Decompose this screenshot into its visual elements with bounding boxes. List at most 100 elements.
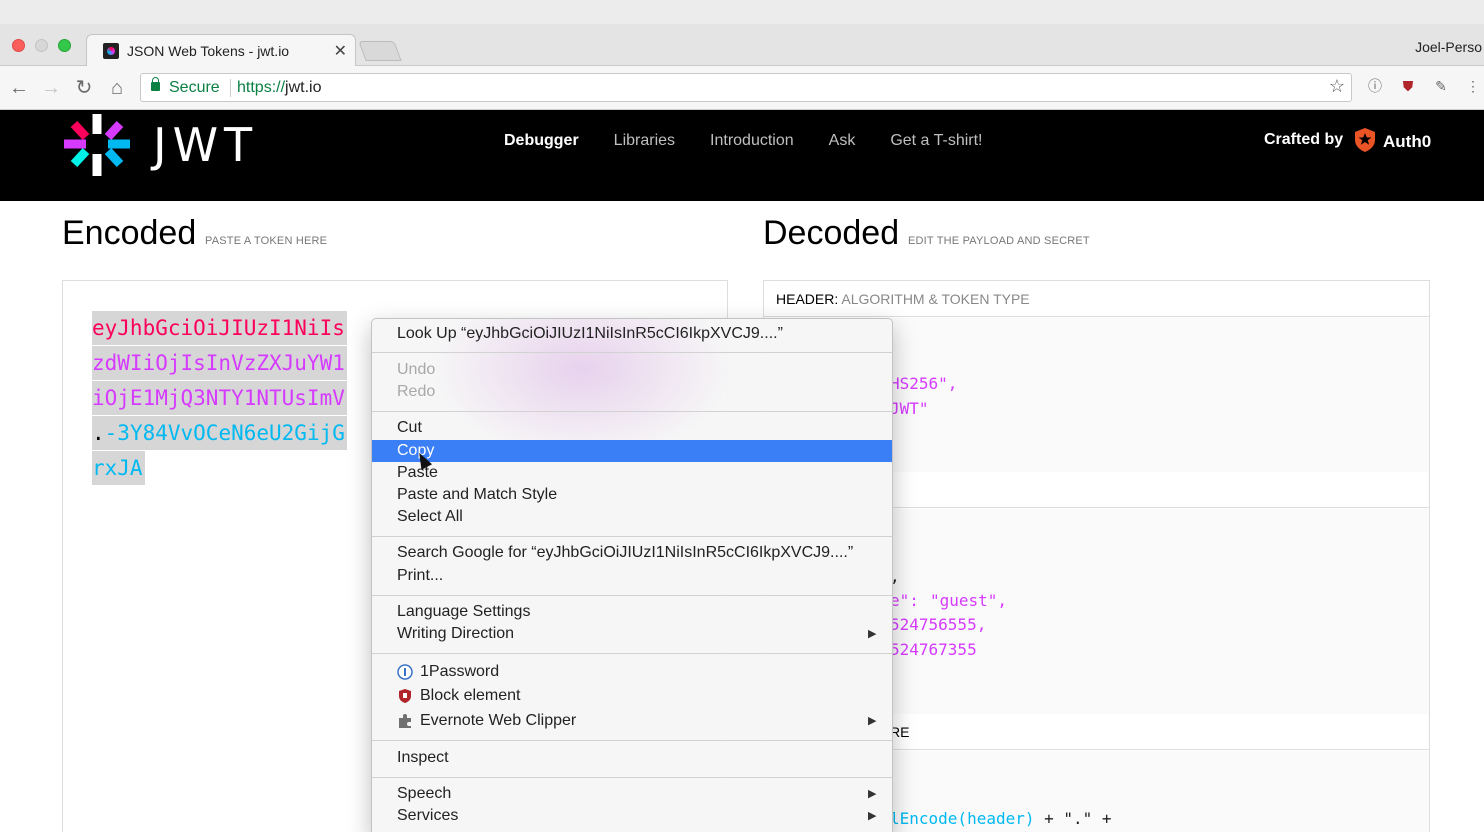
menu-separator	[372, 411, 892, 412]
menu-item-undo: Undo	[372, 359, 892, 381]
decoded-hint: EDIT THE PAYLOAD AND SECRET	[908, 235, 1090, 247]
menu-item-paste[interactable]: Paste	[372, 462, 892, 484]
encoded-hint: PASTE A TOKEN HERE	[205, 235, 328, 247]
url-scheme: https://	[237, 79, 286, 96]
nav-tshirt[interactable]: Get a T-shirt!	[890, 132, 982, 150]
auth0-brand[interactable]: Auth0	[1383, 132, 1431, 152]
nav-debugger[interactable]: Debugger	[504, 132, 579, 150]
menu-item-label: Paste and Match Style	[397, 486, 558, 503]
payload-role-value: "guest",	[930, 591, 1008, 610]
jwt-logo-icon[interactable]	[62, 110, 132, 178]
menu-separator	[372, 777, 892, 778]
menu-item-label: Inspect	[397, 749, 449, 766]
jwt-favicon-icon	[103, 43, 119, 59]
menu-item-block-element[interactable]: Block element	[372, 685, 892, 707]
nav-ask[interactable]: Ask	[829, 132, 856, 150]
browser-toolbar: ← → ↻ ⌂ Secure https://jwt.io ☆ ⓘ ⛊ ✎ ⋮	[0, 66, 1484, 110]
menu-item-language-settings[interactable]: Language Settings	[372, 601, 892, 623]
menu-item-label: Look Up “eyJhbGciOiJIUzI1NiIsInR5cCI6Ikp…	[397, 325, 783, 342]
menu-item-speech[interactable]: Speech ▶	[372, 783, 892, 805]
menu-item-inspect[interactable]: Inspect	[372, 747, 892, 769]
tab-title: JSON Web Tokens - jwt.io	[127, 43, 290, 59]
ublock-icon[interactable]: ⛊	[1399, 77, 1417, 95]
token-payload-part: zdWIiOjIsInVzZXJuYW1	[92, 351, 345, 375]
menu-item-copy[interactable]: Copy	[372, 440, 892, 462]
forward-icon[interactable]: →	[39, 76, 63, 100]
lock-icon	[151, 77, 160, 91]
browser-tab-active[interactable]: JSON Web Tokens - jwt.io ✕	[86, 34, 356, 67]
tab-close-icon[interactable]: ✕	[334, 41, 347, 61]
token-line[interactable]: .-3Y84VvOCeN6eU2GijG	[92, 416, 347, 450]
puzzle-piece-icon	[399, 714, 411, 728]
menu-item-1password[interactable]: 1Password	[372, 661, 892, 683]
auth0-logo-icon[interactable]	[1353, 127, 1377, 153]
menu-item-label: 1Password	[420, 663, 500, 680]
menu-item-services[interactable]: Services ▶	[372, 805, 892, 827]
token-line[interactable]: zdWIiOjIsInVzZXJuYW1	[92, 346, 347, 380]
token-line[interactable]: iOjE1MjQ3NTY1NTUsImV	[92, 381, 347, 415]
signature-code-rest: + "." +	[1034, 809, 1112, 828]
star-icon[interactable]: ☆	[1329, 76, 1345, 97]
signature-code-fn: lEncode(header)	[890, 809, 1035, 828]
header-section-title: HEADER: ALGORITHM & TOKEN TYPE	[764, 281, 1429, 317]
menu-item-select-all[interactable]: Select All	[372, 506, 892, 528]
menu-item-label: Select All	[397, 508, 463, 525]
new-tab-button[interactable]	[358, 41, 402, 61]
menu-item-label: Redo	[397, 383, 436, 400]
menu-item-evernote-web-clipper[interactable]: Evernote Web Clipper ▶	[372, 710, 892, 732]
signature-code: lEncode(header) + "." +	[890, 809, 1112, 828]
url-text[interactable]: https://jwt.io	[237, 79, 321, 97]
menu-item-search-google[interactable]: Search Google for “eyJhbGciOiJIUzI1NiIsI…	[372, 542, 892, 564]
evernote-icon[interactable]: ✎	[1432, 77, 1450, 95]
ublock-icon	[399, 689, 411, 703]
nav-libraries[interactable]: Libraries	[614, 132, 675, 150]
header-label-sub: ALGORITHM & TOKEN TYPE	[841, 291, 1030, 307]
menu-item-label: Services	[397, 807, 459, 824]
token-line[interactable]: rxJA	[92, 451, 145, 485]
menu-item-paste-and-match-style[interactable]: Paste and Match Style	[372, 484, 892, 506]
site-nav: Debugger Libraries Introduction Ask Get …	[504, 132, 1018, 150]
submenu-arrow-icon: ▶	[868, 810, 877, 822]
address-divider	[230, 79, 231, 97]
header-typ-value: JWT"	[890, 399, 929, 418]
payload-exp-value: 524767355	[890, 640, 977, 659]
menu-item-cut[interactable]: Cut	[372, 417, 892, 439]
token-separator: .	[92, 421, 105, 445]
close-window-button[interactable]	[12, 39, 25, 52]
minimize-window-button[interactable]	[35, 39, 48, 52]
address-bar[interactable]: Secure https://jwt.io ☆	[140, 73, 1352, 102]
menu-item-label: Paste	[397, 464, 438, 481]
window-top-strip	[0, 0, 1484, 24]
reload-icon[interactable]: ↻	[72, 76, 96, 100]
menu-separator	[372, 740, 892, 741]
menu-item-look-up[interactable]: Look Up “eyJhbGciOiJIUzI1NiIsInR5cCI6Ikp…	[372, 323, 892, 345]
token-line[interactable]: eyJhbGciOiJIUzI1NiIs	[92, 311, 347, 345]
menu-item-label: Block element	[420, 687, 521, 704]
menu-separator	[372, 536, 892, 537]
submenu-arrow-icon: ▶	[868, 715, 877, 727]
menu-icon[interactable]: ⋮	[1464, 77, 1482, 95]
site-header: JWT Debugger Libraries Introduction Ask …	[0, 110, 1484, 201]
menu-item-label: Evernote Web Clipper	[420, 712, 577, 729]
submenu-arrow-icon: ▶	[868, 628, 877, 640]
decoded-title: Decoded	[763, 214, 900, 252]
menu-item-writing-direction[interactable]: Writing Direction ▶	[372, 623, 892, 645]
back-icon[interactable]: ←	[7, 76, 31, 100]
zoom-window-button[interactable]	[58, 39, 71, 52]
token-header-part: eyJhbGciOiJIUzI1NiIs	[92, 316, 345, 340]
header-alg-value: HS256",	[890, 374, 958, 393]
menu-item-print[interactable]: Print...	[372, 565, 892, 587]
crafted-by-label: Crafted by	[1264, 131, 1344, 148]
jwt-logo-text[interactable]: JWT	[153, 118, 258, 172]
profile-name[interactable]: Joel-Perso	[1415, 39, 1482, 55]
onepassword-icon	[397, 664, 413, 680]
home-icon[interactable]: ⌂	[105, 76, 129, 100]
payload-role-key: e":	[890, 591, 919, 610]
token-signature-part: -3Y84VvOCeN6eU2GijG	[104, 421, 345, 445]
onepassword-icon[interactable]: ⓘ	[1366, 77, 1384, 95]
menu-separator	[372, 595, 892, 596]
secure-label: Secure	[169, 79, 220, 96]
nav-introduction[interactable]: Introduction	[710, 132, 794, 150]
menu-item-label: Undo	[397, 361, 436, 378]
token-signature-part: rxJA	[92, 456, 143, 480]
